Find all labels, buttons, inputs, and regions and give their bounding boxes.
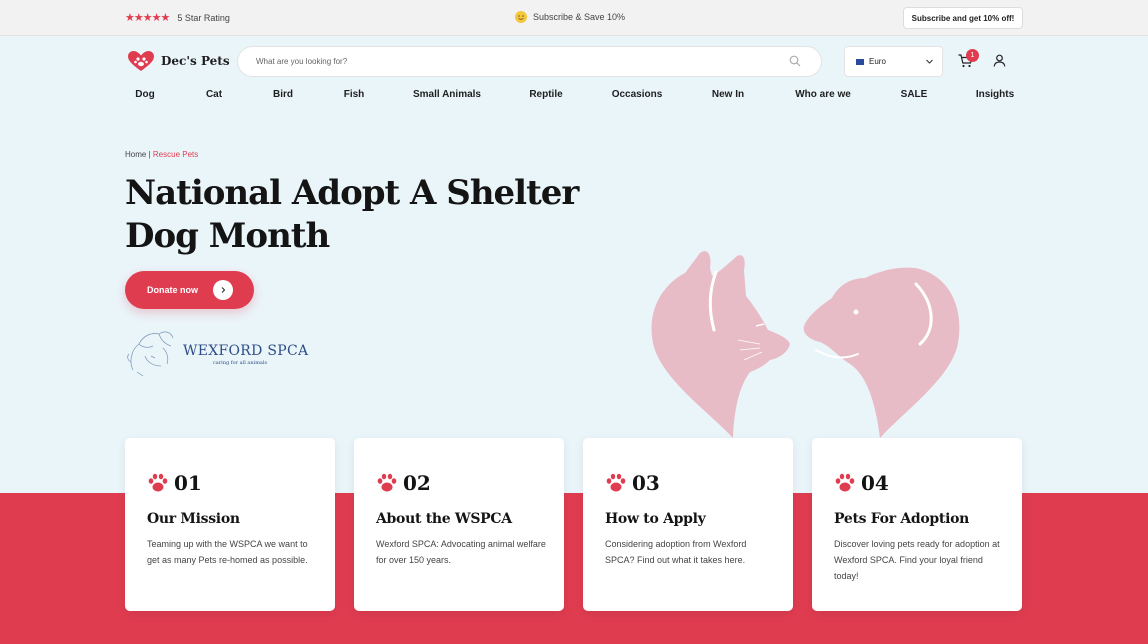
- breadcrumb-current: Rescue Pets: [152, 150, 199, 159]
- card-number-text: 02: [403, 471, 431, 495]
- search-bar: [237, 46, 822, 77]
- breadcrumb: Home | Rescue Pets: [125, 150, 198, 159]
- nav-occasions[interactable]: Occasions: [612, 89, 663, 100]
- chevron-down-icon: [926, 59, 933, 64]
- paw-icon: [606, 473, 626, 492]
- nav-fish[interactable]: Fish: [344, 89, 365, 100]
- card-text: Discover loving pets ready for adoption …: [834, 539, 1000, 581]
- search-input[interactable]: [256, 47, 756, 76]
- card-title: About the WSPCA: [376, 511, 512, 527]
- currency-select[interactable]: Euro: [844, 46, 943, 77]
- cat-dog-heart-illustration: [651, 251, 960, 438]
- card-title: Our Mission: [147, 511, 240, 527]
- animal-sketch-icon: [127, 331, 174, 377]
- main-nav: Dog Cat Bird Fish Small Animals Reptile …: [0, 89, 1148, 103]
- nav-sale[interactable]: SALE: [901, 89, 928, 100]
- card-how-to-apply[interactable]: 03 How to Apply Considering adoption fro…: [583, 438, 793, 611]
- partner-logo: WEXFORD SPCA caring for all animals: [125, 326, 309, 378]
- card-number: 02: [376, 471, 431, 495]
- stars-icon: ★★★★★: [125, 12, 170, 24]
- star-rating: ★★★★★ 5 Star Rating: [125, 11, 230, 24]
- nav-dog[interactable]: Dog: [135, 89, 154, 100]
- donate-label: Donate now: [147, 285, 198, 295]
- subscribe-button[interactable]: Subscribe and get 10% off!: [903, 7, 1023, 29]
- partner-tagline: caring for all animals: [213, 360, 268, 366]
- smiley-icon: [515, 11, 527, 23]
- breadcrumb-separator: |: [148, 150, 151, 159]
- card-title: How to Apply: [605, 511, 706, 527]
- nav-insights[interactable]: Insights: [976, 89, 1014, 100]
- paw-icon: [835, 473, 855, 492]
- card-number: 03: [605, 471, 660, 495]
- promo-text: Subscribe & Save 10%: [533, 12, 626, 22]
- card-number-text: 01: [174, 471, 202, 495]
- card-number: 01: [147, 471, 202, 495]
- logo-text: Dec's Pets: [161, 54, 230, 68]
- cart-count-badge: 1: [966, 49, 979, 62]
- card-number: 04: [834, 471, 889, 495]
- card-number-text: 04: [861, 471, 889, 495]
- top-bar: ★★★★★ 5 Star Rating Subscribe & Save 10%…: [0, 0, 1148, 36]
- card-number-text: 03: [632, 471, 660, 495]
- paw-icon: [377, 473, 397, 492]
- partner-name: WEXFORD SPCA: [183, 343, 309, 359]
- search-icon[interactable]: [789, 55, 801, 67]
- page-title: National Adopt A Shelter Dog Month: [125, 173, 579, 256]
- eu-flag-icon: [856, 58, 864, 65]
- paw-icon: [148, 473, 168, 492]
- promo-banner: Subscribe & Save 10%: [515, 11, 625, 23]
- donate-button[interactable]: Donate now: [125, 271, 254, 309]
- breadcrumb-home[interactable]: Home: [125, 150, 146, 159]
- nav-reptile[interactable]: Reptile: [529, 89, 562, 100]
- heart-paw-icon: [128, 51, 154, 71]
- rating-label: 5 Star Rating: [177, 12, 230, 23]
- user-icon[interactable]: [993, 54, 1006, 67]
- nav-bird[interactable]: Bird: [273, 89, 293, 100]
- card-text: Considering adoption from Wexford SPCA? …: [605, 539, 747, 565]
- card-our-mission[interactable]: 01 Our Mission Teaming up with the WSPCA…: [125, 438, 335, 611]
- nav-small-animals[interactable]: Small Animals: [413, 89, 481, 100]
- currency-label: Euro: [869, 57, 886, 66]
- card-text: Wexford SPCA: Advocating animal welfare …: [376, 539, 546, 565]
- card-about-wspca[interactable]: 02 About the WSPCA Wexford SPCA: Advocat…: [354, 438, 564, 611]
- card-title: Pets For Adoption: [834, 511, 970, 527]
- logo[interactable]: Dec's Pets: [127, 50, 230, 72]
- arrow-right-icon: [213, 280, 233, 300]
- card-text: Teaming up with the WSPCA we want to get…: [147, 539, 308, 565]
- nav-who-are-we[interactable]: Who are we: [795, 89, 851, 100]
- card-pets-for-adoption[interactable]: 04 Pets For Adoption Discover loving pet…: [812, 438, 1022, 611]
- nav-cat[interactable]: Cat: [206, 89, 222, 100]
- nav-new-in[interactable]: New In: [712, 89, 744, 100]
